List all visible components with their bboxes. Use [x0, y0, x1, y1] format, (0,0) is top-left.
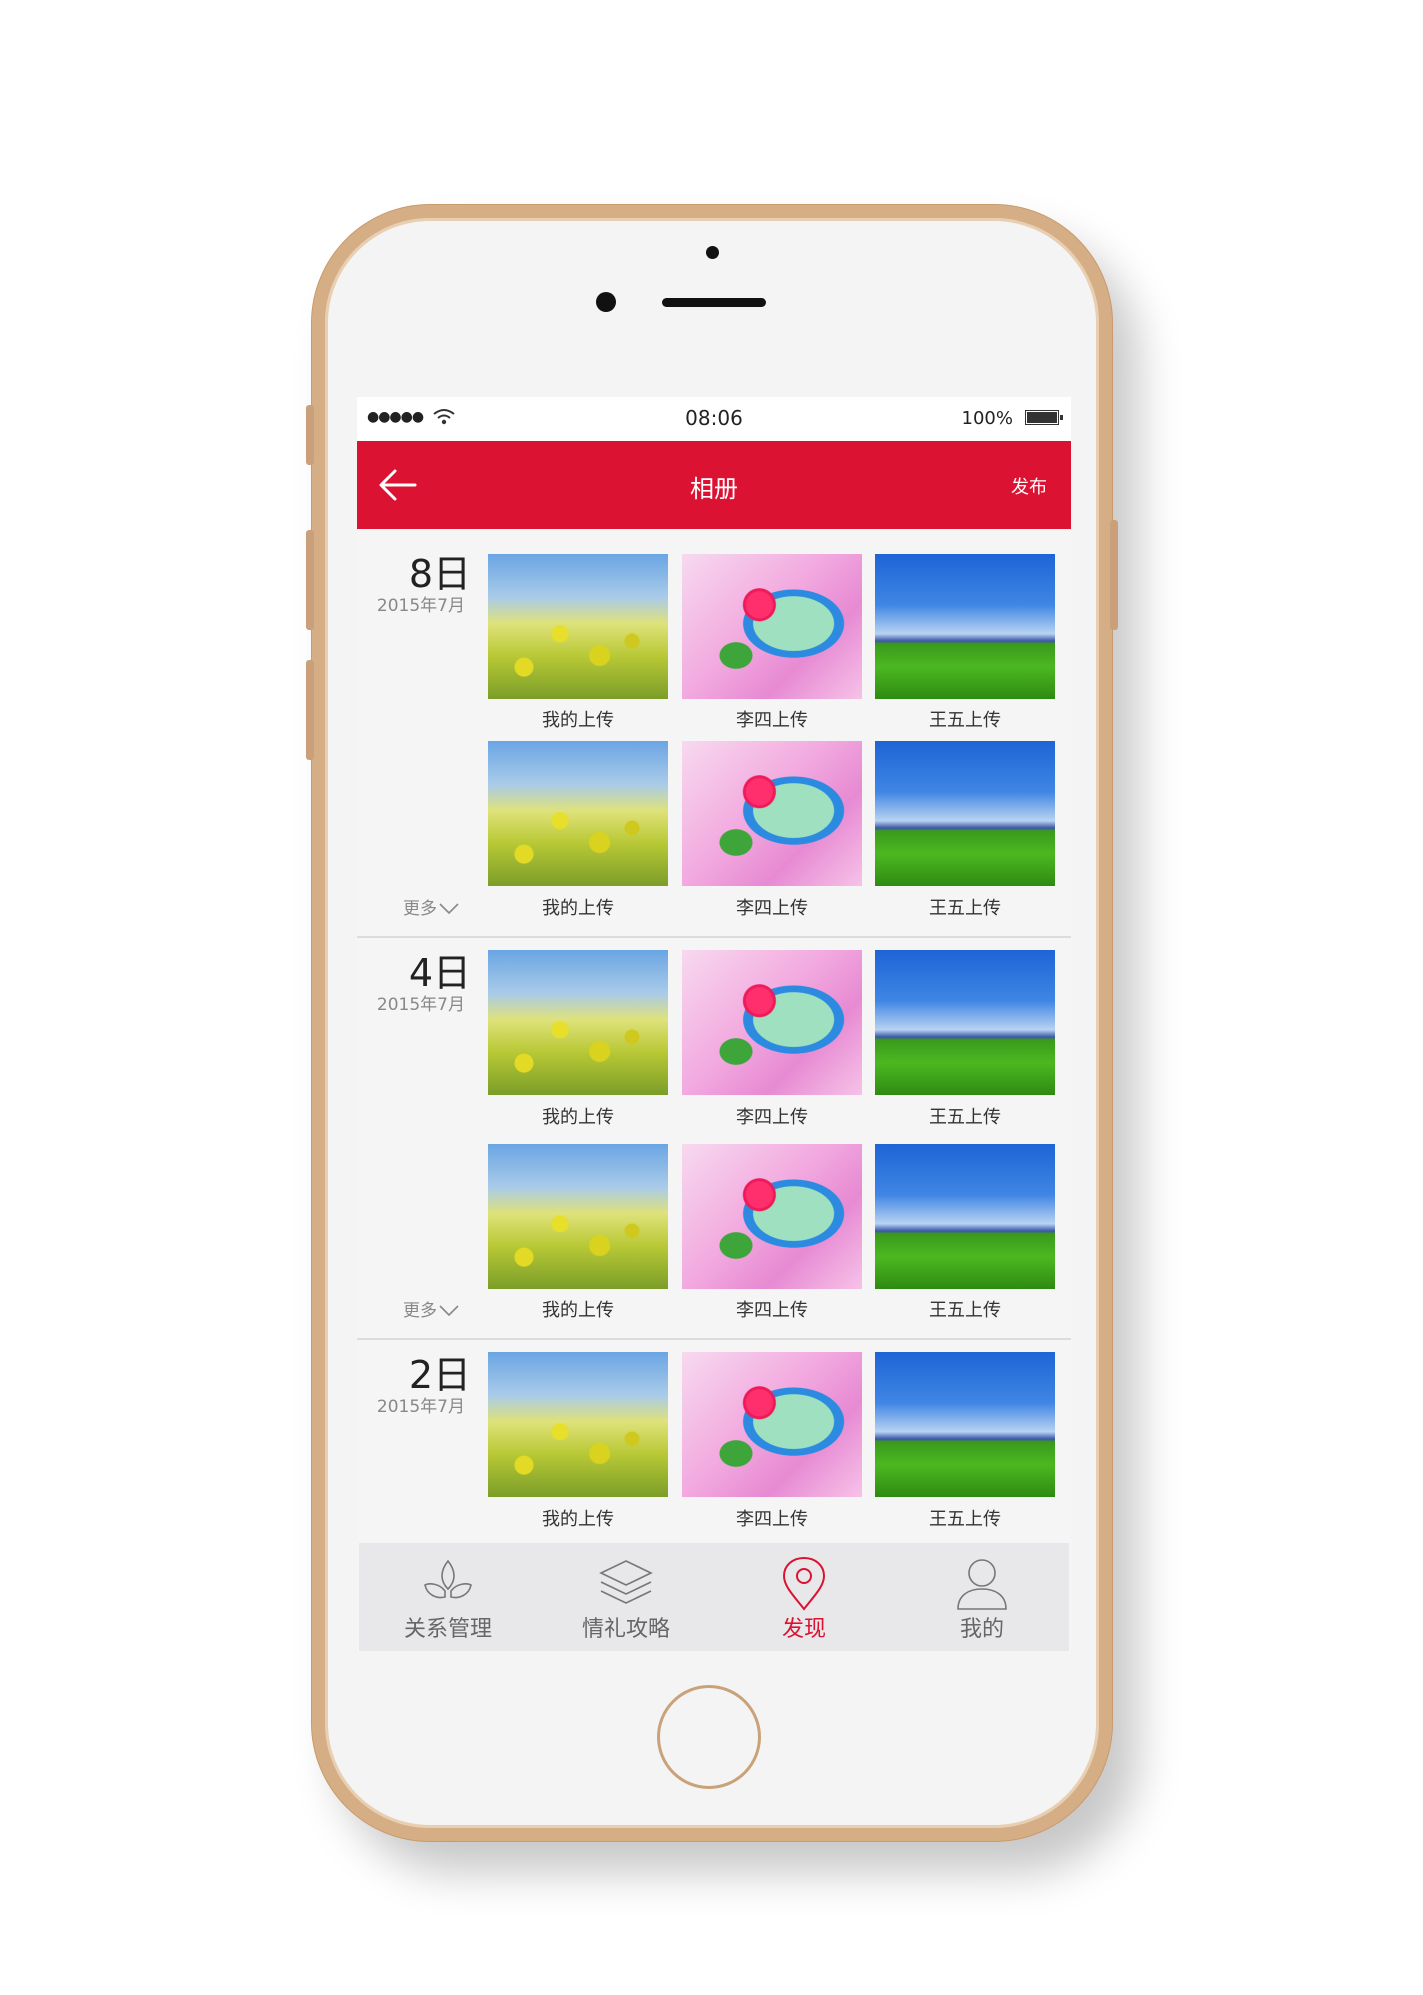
tab-relationship-management[interactable]: 关系管理	[359, 1543, 537, 1651]
front-camera	[596, 292, 616, 312]
more-label: 更多	[403, 1301, 437, 1321]
power-button	[1110, 520, 1118, 630]
status-bar: ●●●●● 08:06 100%	[357, 397, 1071, 441]
photo-caption: 我的上传	[542, 1509, 614, 1530]
tab-mine[interactable]: 我的	[893, 1543, 1071, 1651]
chevron-down-icon	[439, 1305, 459, 1317]
photo-thumbnail[interactable]	[488, 741, 668, 886]
more-label: 更多	[403, 899, 437, 919]
volume-down-button	[306, 660, 314, 760]
page-title: 相册	[690, 475, 738, 503]
earpiece-speaker	[662, 298, 766, 307]
photo-thumbnail[interactable]	[875, 1144, 1055, 1289]
section-month: 2015年7月	[376, 596, 465, 616]
photo-thumbnail[interactable]	[488, 1144, 668, 1289]
app-screen: ●●●●● 08:06 100% 相册 发布 8日 2015年7月 更多 我的上…	[357, 397, 1071, 1653]
photo-caption: 李四上传	[736, 710, 808, 731]
publish-button[interactable]: 发布	[1011, 473, 1047, 499]
home-button[interactable]	[657, 1685, 761, 1789]
tab-discover[interactable]: 发现	[715, 1543, 893, 1651]
photo-thumbnail[interactable]	[682, 554, 862, 699]
photo-thumbnail[interactable]	[488, 554, 668, 699]
photo-caption: 李四上传	[736, 1509, 808, 1530]
photo-caption: 我的上传	[542, 710, 614, 731]
date-section-2: 4日 2015年7月 更多 我的上传 李四上传 王五上传 我的上传 李四上传 王…	[357, 938, 1071, 1340]
photo-thumbnail[interactable]	[875, 741, 1055, 886]
photo-thumbnail[interactable]	[488, 1352, 668, 1497]
photo-caption: 王五上传	[929, 1300, 1001, 1321]
photo-caption: 李四上传	[736, 1300, 808, 1321]
photo-thumbnail[interactable]	[875, 554, 1055, 699]
chevron-down-icon	[439, 903, 459, 915]
more-toggle[interactable]: 更多	[403, 894, 459, 919]
section-day: 4日	[408, 951, 471, 995]
location-pin-icon	[782, 1556, 826, 1611]
person-icon	[957, 1559, 1007, 1610]
volume-up-button	[306, 530, 314, 630]
photo-thumbnail[interactable]	[682, 741, 862, 886]
photo-thumbnail[interactable]	[682, 1144, 862, 1289]
leaves-icon	[424, 1559, 472, 1599]
section-month: 2015年7月	[376, 995, 465, 1015]
nav-bar: 相册 发布	[357, 441, 1071, 529]
photo-thumbnail[interactable]	[488, 950, 668, 1095]
photo-thumbnail[interactable]	[682, 950, 862, 1095]
battery-percent: 100%	[961, 408, 1013, 429]
tab-label: 发现	[781, 1617, 826, 1642]
photo-thumbnail[interactable]	[875, 1352, 1055, 1497]
photo-caption: 王五上传	[929, 898, 1001, 919]
more-toggle[interactable]: 更多	[403, 1296, 459, 1321]
photo-caption: 王五上传	[929, 1509, 1001, 1530]
layers-icon	[599, 1560, 653, 1604]
tab-label: 情礼攻略	[581, 1617, 670, 1642]
section-day: 2日	[408, 1353, 471, 1397]
bottom-tab-bar: 关系管理 情礼攻略 发现 我的	[359, 1543, 1069, 1651]
photo-caption: 我的上传	[542, 1107, 614, 1128]
photo-caption: 我的上传	[542, 898, 614, 919]
photo-thumbnail[interactable]	[682, 1352, 862, 1497]
photo-caption: 王五上传	[929, 1107, 1001, 1128]
date-section-3: 2日 2015年7月 我的上传 李四上传 王五上传	[357, 1340, 1071, 1543]
photo-caption: 李四上传	[736, 898, 808, 919]
section-month: 2015年7月	[376, 1397, 465, 1417]
section-day: 8日	[408, 552, 471, 596]
tab-label: 我的	[959, 1617, 1004, 1642]
tab-gift-strategy[interactable]: 情礼攻略	[537, 1543, 715, 1651]
photo-caption: 我的上传	[542, 1300, 614, 1321]
tab-label: 关系管理	[403, 1617, 492, 1642]
mute-switch	[306, 405, 314, 465]
photo-caption: 李四上传	[736, 1107, 808, 1128]
date-section-1: 8日 2015年7月 更多 我的上传 李四上传 王五上传 我的上传 李四上传 王…	[357, 529, 1071, 938]
photo-caption: 王五上传	[929, 710, 1001, 731]
camera-dot	[706, 246, 719, 259]
photo-thumbnail[interactable]	[875, 950, 1055, 1095]
battery-icon	[1025, 410, 1063, 425]
